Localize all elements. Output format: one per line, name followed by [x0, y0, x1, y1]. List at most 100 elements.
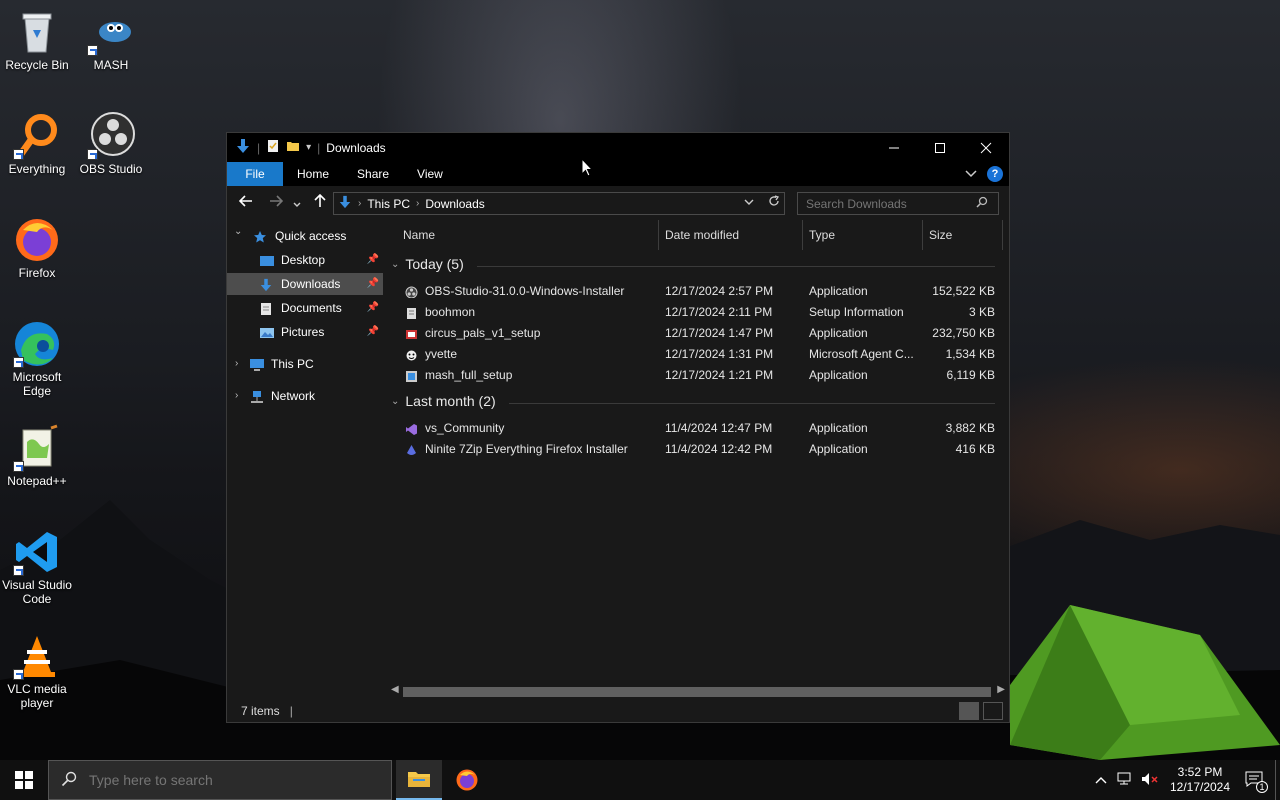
new-folder-icon[interactable] [286, 139, 300, 156]
tab-home[interactable]: Home [283, 162, 343, 186]
customize-qat-icon[interactable]: ▾ [306, 142, 311, 153]
recycle-bin-icon [13, 8, 61, 56]
taskbar-file-explorer[interactable] [396, 760, 442, 800]
file-row[interactable]: OBS-Studio-31.0.0-Windows-Installer 12/1… [387, 281, 1001, 302]
desktop-icon-edge[interactable]: Microsoft Edge [0, 320, 74, 398]
desktop-icon-recycle-bin[interactable]: Recycle Bin [0, 8, 74, 72]
group-header-last-month[interactable]: ⌄ Last month (2) [391, 393, 496, 409]
scroll-right-icon[interactable]: ▶ [997, 684, 1005, 695]
title-bar[interactable]: | ▾ | Downloads [227, 133, 1009, 162]
forward-button[interactable] [263, 194, 289, 212]
file-row[interactable]: mash_full_setup 12/17/2024 1:21 PM Appli… [387, 365, 1001, 386]
search-box[interactable] [797, 192, 999, 215]
nav-documents[interactable]: Documents 📌 [227, 297, 383, 319]
file-date: 12/17/2024 1:47 PM [665, 326, 774, 340]
tab-share[interactable]: Share [343, 162, 403, 186]
refresh-icon[interactable] [768, 195, 780, 210]
help-icon[interactable]: ? [987, 166, 1003, 182]
desktop-icon-firefox[interactable]: Firefox [0, 216, 74, 280]
desktop-icon-mash[interactable]: MASH [74, 8, 148, 72]
chevron-up-icon[interactable] [1095, 773, 1107, 787]
properties-icon[interactable] [266, 139, 280, 156]
group-label: Last month (2) [405, 393, 496, 409]
agent-icon [405, 348, 418, 361]
start-button[interactable] [0, 760, 48, 800]
nav-network[interactable]: Network [227, 385, 383, 407]
recent-locations-chevron-icon[interactable] [289, 195, 305, 212]
nav-this-pc[interactable]: This PC [227, 353, 383, 375]
documents-icon [259, 301, 275, 315]
pin-icon[interactable]: 📌 [367, 249, 379, 271]
file-row[interactable]: circus_pals_v1_setup 12/17/2024 1:47 PM … [387, 323, 1001, 344]
file-row[interactable]: yvette 12/17/2024 1:31 PM Microsoft Agen… [387, 344, 1001, 365]
address-bar[interactable]: › This PC › Downloads [333, 192, 785, 215]
taskbar-search[interactable] [48, 760, 392, 800]
obs-icon [87, 112, 135, 160]
file-name: Ninite 7Zip Everything Firefox Installer [425, 442, 628, 456]
nav-desktop[interactable]: Desktop 📌 [227, 249, 383, 271]
column-header-type[interactable]: Type [803, 220, 923, 250]
window-title: Downloads [326, 140, 386, 155]
desktop-icon-label: Everything [8, 162, 66, 176]
file-row[interactable]: Ninite 7Zip Everything Firefox Installer… [387, 439, 1001, 460]
volume-muted-icon[interactable] [1141, 772, 1159, 789]
tab-view[interactable]: View [403, 162, 457, 186]
pin-icon[interactable]: 📌 [367, 273, 379, 295]
tab-file[interactable]: File [227, 162, 283, 186]
expand-ribbon-icon[interactable] [965, 167, 977, 181]
file-size: 3 KB [968, 305, 995, 319]
desktop-icon-vscode[interactable]: Visual Studio Code [0, 528, 74, 606]
network-status-icon[interactable] [1117, 772, 1133, 789]
desktop-icon-obs[interactable]: OBS Studio [74, 112, 148, 176]
group-header-today[interactable]: ⌄ Today (5) [391, 256, 464, 272]
scroll-left-icon[interactable]: ◀ [391, 684, 399, 695]
search-input[interactable] [806, 196, 976, 211]
nav-quick-access[interactable]: Quick access [227, 225, 383, 247]
firefox-icon [456, 769, 478, 791]
file-row[interactable]: vs_Community 11/4/2024 12:47 PM Applicat… [387, 418, 1001, 439]
desktop-icon-vlc[interactable]: VLC media player [0, 632, 74, 710]
up-button[interactable] [307, 193, 333, 212]
taskbar-search-input[interactable] [89, 772, 369, 788]
file-row[interactable]: boohmon 12/17/2024 2:11 PM Setup Informa… [387, 302, 1001, 323]
column-header-name[interactable]: Name [387, 220, 659, 250]
everything-search-icon [13, 112, 61, 160]
pin-icon[interactable]: 📌 [367, 321, 379, 343]
breadcrumb-downloads[interactable]: Downloads [425, 197, 484, 211]
desktop-icon-label: Notepad++ [7, 474, 67, 488]
status-bar: 7 items | [227, 700, 1009, 722]
shortcut-arrow-icon [87, 149, 98, 160]
minimize-button[interactable] [871, 133, 917, 162]
notification-center-icon[interactable]: 1 [1245, 771, 1268, 793]
clock[interactable]: 3:52 PM 12/17/2024 [1165, 765, 1235, 795]
file-type: Application [809, 368, 868, 382]
nav-downloads[interactable]: Downloads 📌 [227, 273, 383, 295]
column-header-size[interactable]: Size [923, 220, 1003, 250]
details-view-button[interactable] [959, 702, 979, 720]
large-icons-view-button[interactable] [983, 702, 1003, 720]
file-type: Application [809, 326, 868, 340]
back-button[interactable] [233, 194, 259, 212]
nav-label: This PC [271, 357, 314, 371]
file-name: yvette [425, 347, 458, 361]
desktop-icon-everything[interactable]: Everything [0, 112, 74, 176]
column-header-date-modified[interactable]: Date modified [659, 220, 803, 250]
nav-pictures[interactable]: Pictures 📌 [227, 321, 383, 343]
nav-label: Downloads [281, 277, 341, 291]
show-desktop-button[interactable] [1275, 760, 1280, 800]
desktop-icon-label: OBS Studio [79, 162, 143, 176]
downloads-arrow-icon [259, 277, 275, 292]
address-dropdown-icon[interactable] [744, 195, 754, 210]
close-button[interactable] [963, 133, 1009, 162]
pin-icon[interactable]: 📌 [367, 297, 379, 319]
taskbar-firefox[interactable] [444, 760, 490, 800]
desktop-icon-notepadpp[interactable]: Notepad++ [0, 424, 74, 488]
nav-label: Documents [281, 301, 342, 315]
scrollbar-thumb[interactable] [403, 687, 991, 697]
nav-label: Quick access [275, 229, 347, 243]
breadcrumb-this-pc[interactable]: This PC [367, 197, 410, 211]
horizontal-scrollbar[interactable]: ◀ ▶ [387, 683, 1009, 700]
file-date: 12/17/2024 2:11 PM [665, 305, 773, 319]
maximize-button[interactable] [917, 133, 963, 162]
mash-icon [87, 8, 135, 56]
